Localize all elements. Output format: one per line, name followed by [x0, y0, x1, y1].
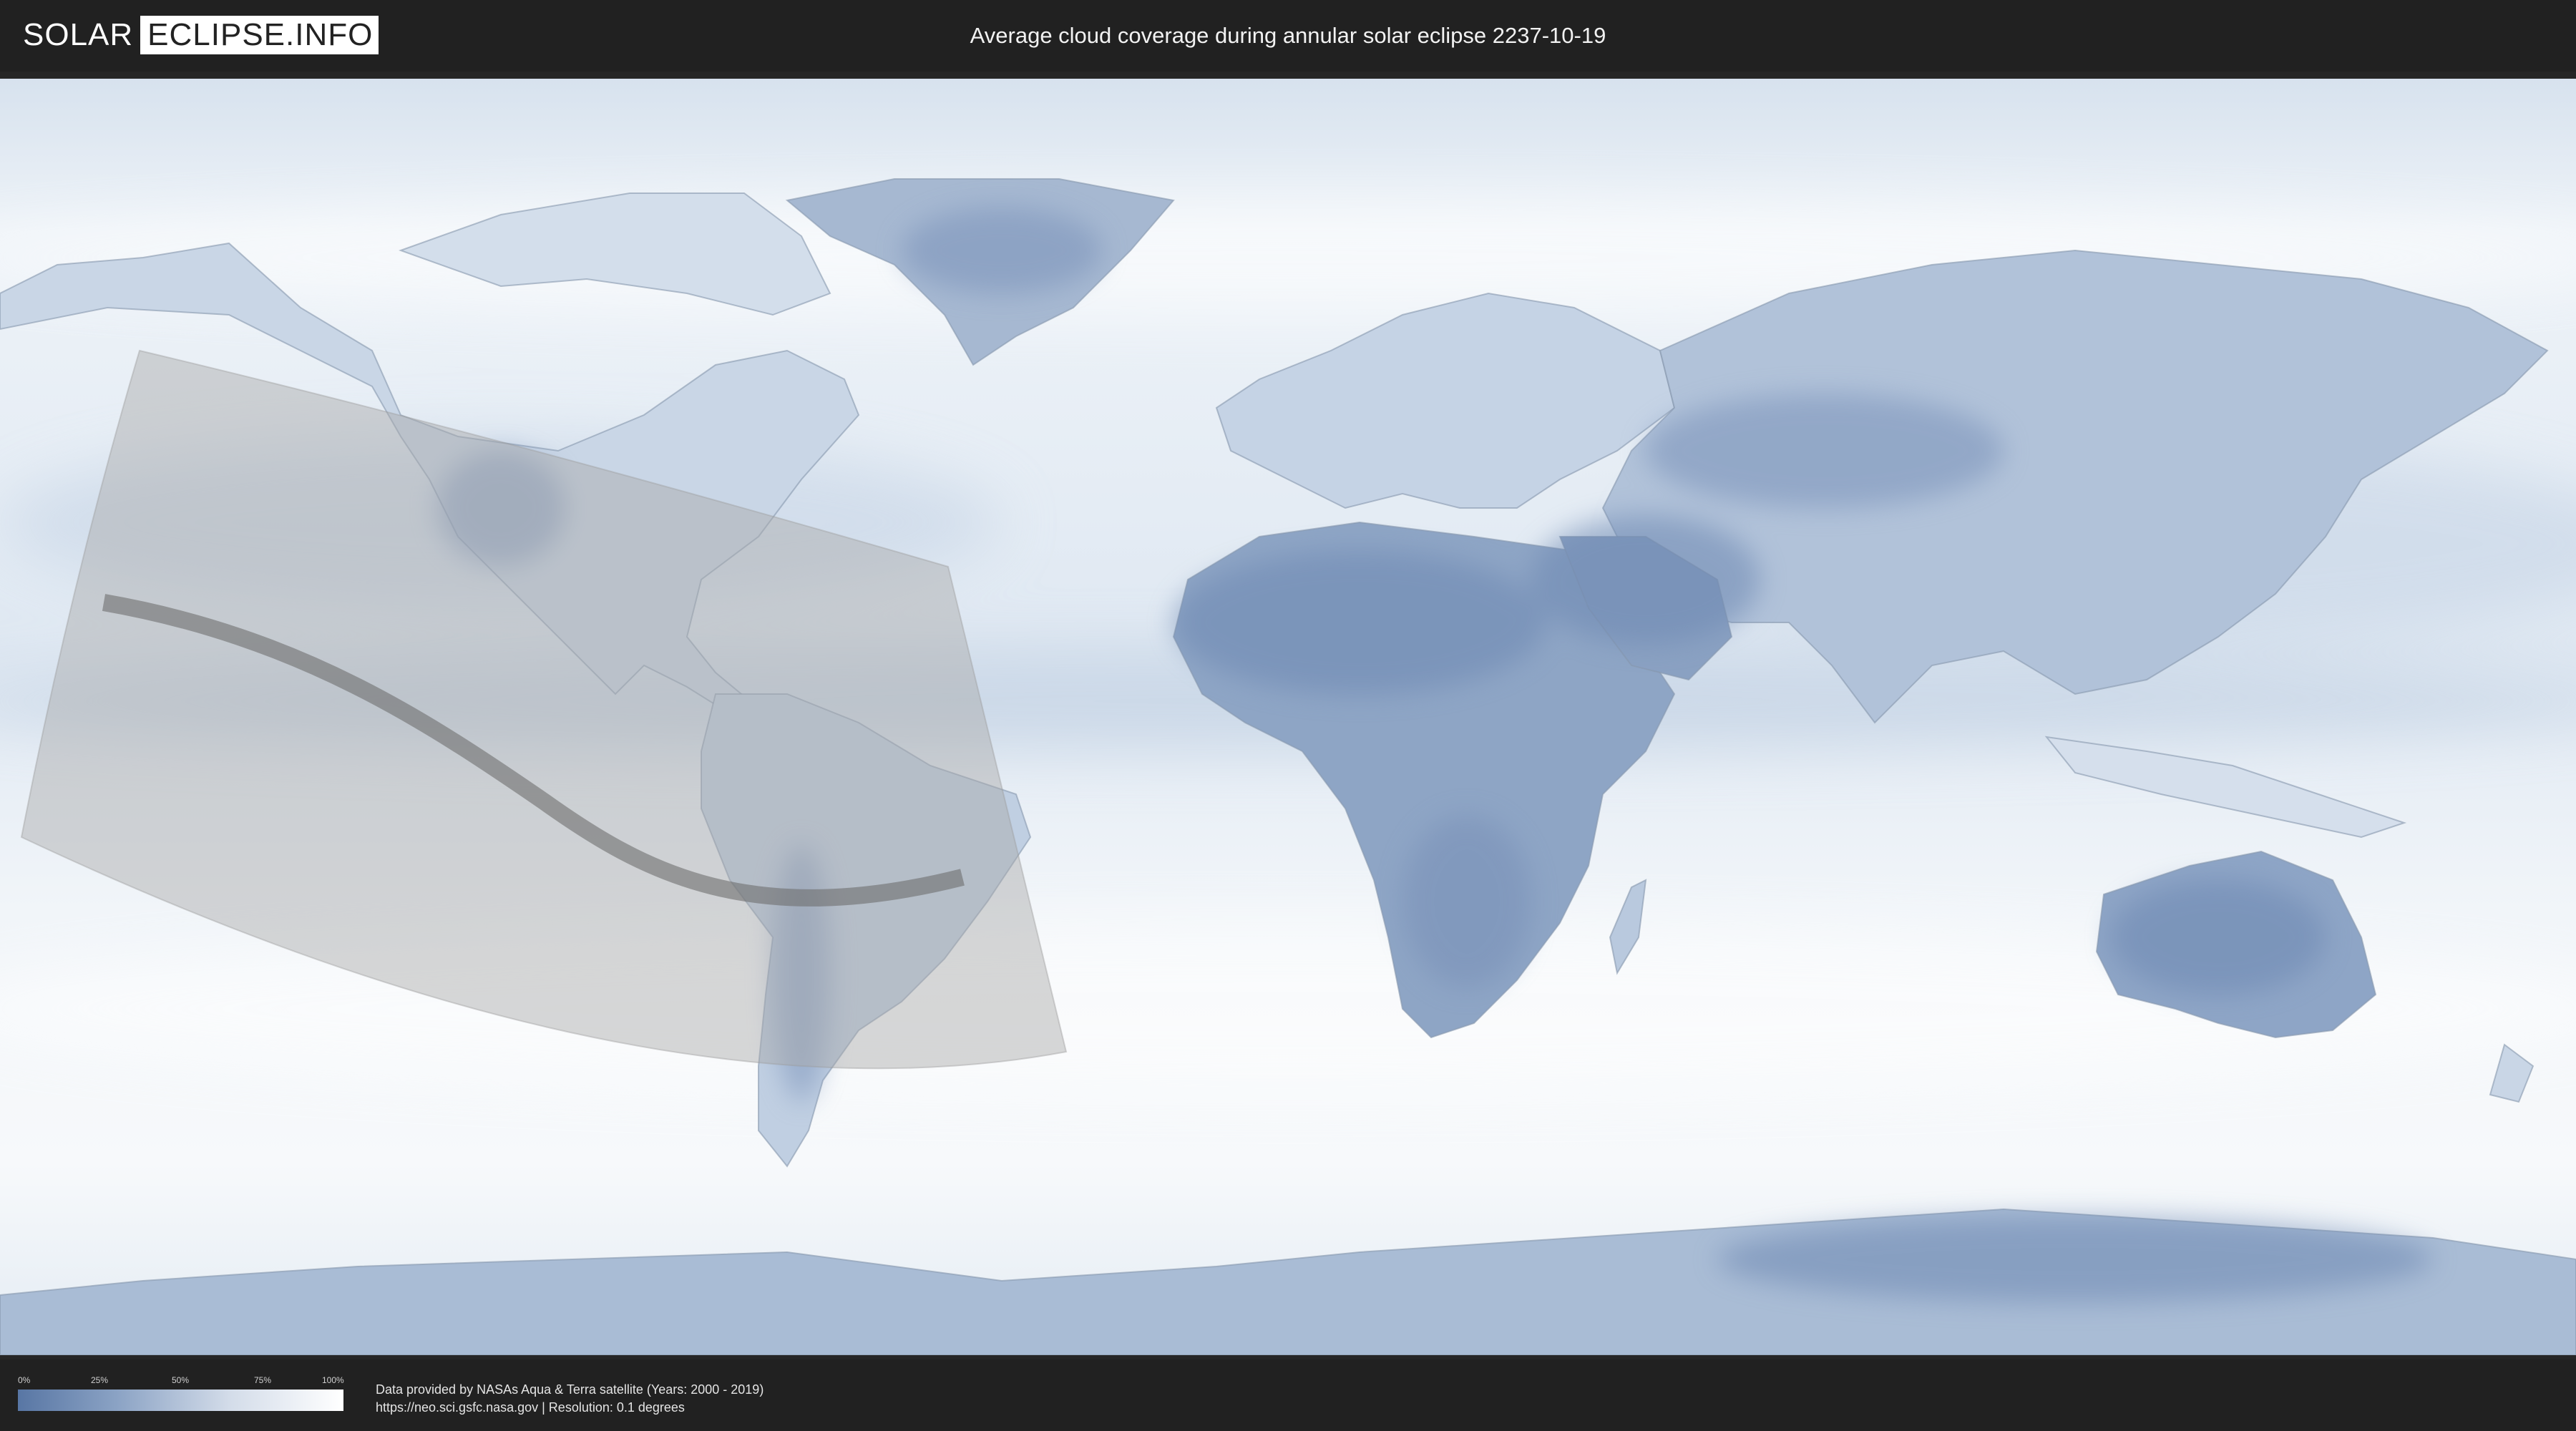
legend-tick-100: 100%: [322, 1375, 344, 1385]
legend-gradient-bar: [18, 1390, 343, 1411]
cloud-coverage-legend: 0% 25% 50% 75% 100%: [18, 1375, 344, 1415]
credit-line-source: Data provided by NASAs Aqua & Terra sate…: [376, 1382, 764, 1397]
legend-tick-0: 0%: [18, 1375, 31, 1385]
legend-tick-25: 25%: [91, 1375, 109, 1385]
header-bar: SOLAR ECLIPSE.INFO Average cloud coverag…: [0, 0, 2576, 72]
map-frame: [0, 72, 2576, 1359]
legend-tick-50: 50%: [172, 1375, 190, 1385]
footer-bar: 0% 25% 50% 75% 100% Data provided by NAS…: [0, 1359, 2576, 1431]
data-credits: Data provided by NASAs Aqua & Terra sate…: [376, 1381, 763, 1417]
cloud-coverage-map: [0, 79, 2576, 1355]
page-title: Average cloud coverage during annular so…: [970, 23, 1606, 48]
credit-line-url[interactable]: https://neo.sci.gsfc.nasa.gov | Resoluti…: [376, 1399, 763, 1417]
legend-tick-75: 75%: [254, 1375, 272, 1385]
